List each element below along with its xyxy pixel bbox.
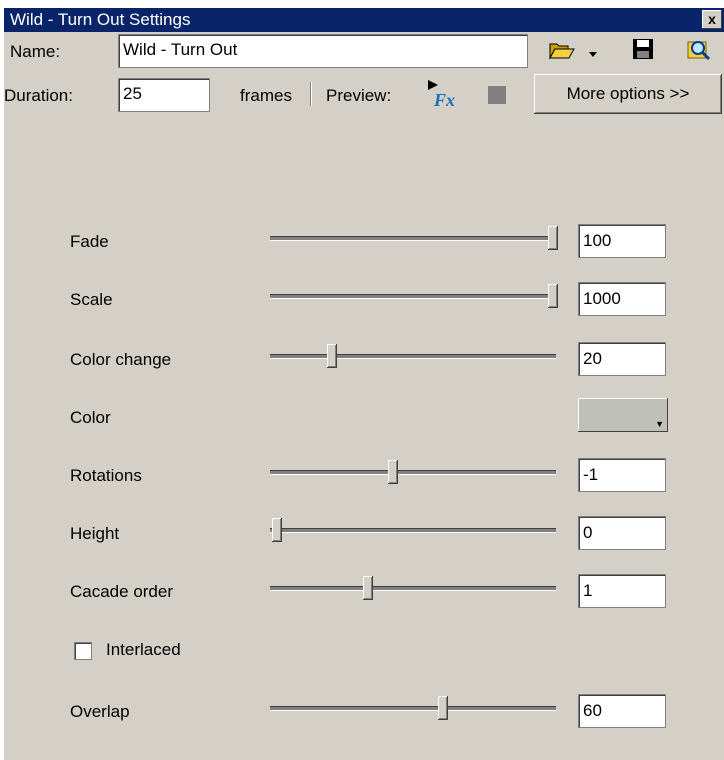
name-label: Name: bbox=[10, 42, 61, 61]
more-options-button[interactable]: More options >> bbox=[534, 74, 722, 114]
param-label-scale: Scale bbox=[70, 290, 113, 309]
rotations-value-field[interactable]: -1 bbox=[578, 458, 666, 492]
title-bar[interactable]: Wild - Turn Out Settings x bbox=[4, 8, 724, 32]
fade-value-field[interactable]: 100 bbox=[578, 224, 666, 258]
duration-label: Duration: bbox=[4, 86, 73, 105]
settings-dialog: Wild - Turn Out Settings x Name: Wild - … bbox=[4, 8, 724, 760]
toolbar-separator bbox=[310, 82, 312, 106]
scale-slider-thumb[interactable] bbox=[548, 284, 558, 308]
close-button[interactable]: x bbox=[702, 10, 722, 29]
scale-slider[interactable] bbox=[270, 294, 556, 299]
param-label-overlap: Overlap bbox=[70, 702, 130, 721]
color-picker-button[interactable]: ▼ bbox=[578, 398, 668, 432]
scale-value-field[interactable]: 1000 bbox=[578, 282, 666, 316]
rotations-slider[interactable] bbox=[270, 470, 556, 475]
chevron-down-icon[interactable] bbox=[588, 44, 598, 64]
color-change-slider[interactable] bbox=[270, 354, 556, 359]
fade-slider-thumb[interactable] bbox=[548, 226, 558, 250]
param-label-cascade-order: Cacade order bbox=[70, 582, 174, 601]
window-title: Wild - Turn Out Settings bbox=[10, 10, 191, 29]
rotations-slider-thumb[interactable] bbox=[387, 460, 398, 484]
fade-slider[interactable] bbox=[270, 236, 556, 241]
height-value-field[interactable]: 0 bbox=[578, 516, 666, 550]
magnifier-icon[interactable] bbox=[686, 36, 712, 67]
param-label-color: Color bbox=[70, 408, 111, 427]
overlap-slider-thumb[interactable] bbox=[437, 696, 448, 720]
param-label-rotations: Rotations bbox=[70, 466, 142, 485]
fx-play-icon[interactable]: Fx bbox=[426, 78, 460, 117]
preview-label: Preview: bbox=[326, 86, 392, 105]
floppy-disk-icon[interactable] bbox=[632, 38, 654, 65]
param-label-height: Height bbox=[70, 524, 120, 543]
overlap-slider[interactable] bbox=[270, 706, 556, 711]
stop-icon[interactable] bbox=[488, 86, 506, 109]
overlap-value-field[interactable]: 60 bbox=[578, 694, 666, 728]
cascade-order-slider-thumb[interactable] bbox=[363, 576, 374, 600]
interlaced-label[interactable]: Interlaced bbox=[106, 640, 181, 660]
interlaced-checkbox[interactable] bbox=[74, 642, 92, 660]
param-label-fade: Fade bbox=[70, 232, 109, 251]
svg-text:Fx: Fx bbox=[433, 90, 455, 110]
color-change-slider-thumb[interactable] bbox=[327, 344, 338, 368]
cascade-order-value-field[interactable]: 1 bbox=[578, 574, 666, 608]
name-field[interactable]: Wild - Turn Out bbox=[118, 34, 528, 68]
chevron-down-icon: ▼ bbox=[655, 419, 664, 429]
duration-field[interactable]: 25 bbox=[118, 78, 210, 112]
height-slider[interactable] bbox=[270, 528, 556, 533]
color-change-value-field[interactable]: 20 bbox=[578, 342, 666, 376]
param-label-color-change: Color change bbox=[70, 350, 172, 369]
folder-open-icon[interactable] bbox=[548, 38, 576, 67]
duration-unit: frames bbox=[240, 86, 292, 105]
cascade-order-slider[interactable] bbox=[270, 586, 556, 591]
height-slider-thumb[interactable] bbox=[272, 518, 282, 542]
